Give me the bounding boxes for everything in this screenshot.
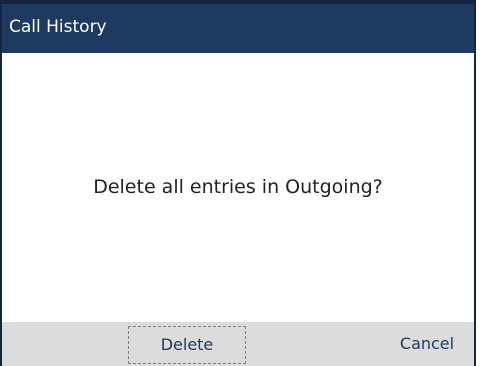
cancel-softkey[interactable]: Cancel (382, 326, 472, 364)
right-border (474, 0, 476, 366)
phone-screen: Call History Delete all entries in Outgo… (0, 0, 482, 366)
softkey-bar: Delete Cancel (2, 322, 474, 366)
confirmation-message: Delete all entries in Outgoing? (93, 176, 383, 198)
delete-softkey[interactable]: Delete (128, 326, 246, 364)
title-bar: Call History (0, 0, 476, 53)
screen-title: Call History (9, 17, 107, 37)
left-border (0, 0, 2, 366)
